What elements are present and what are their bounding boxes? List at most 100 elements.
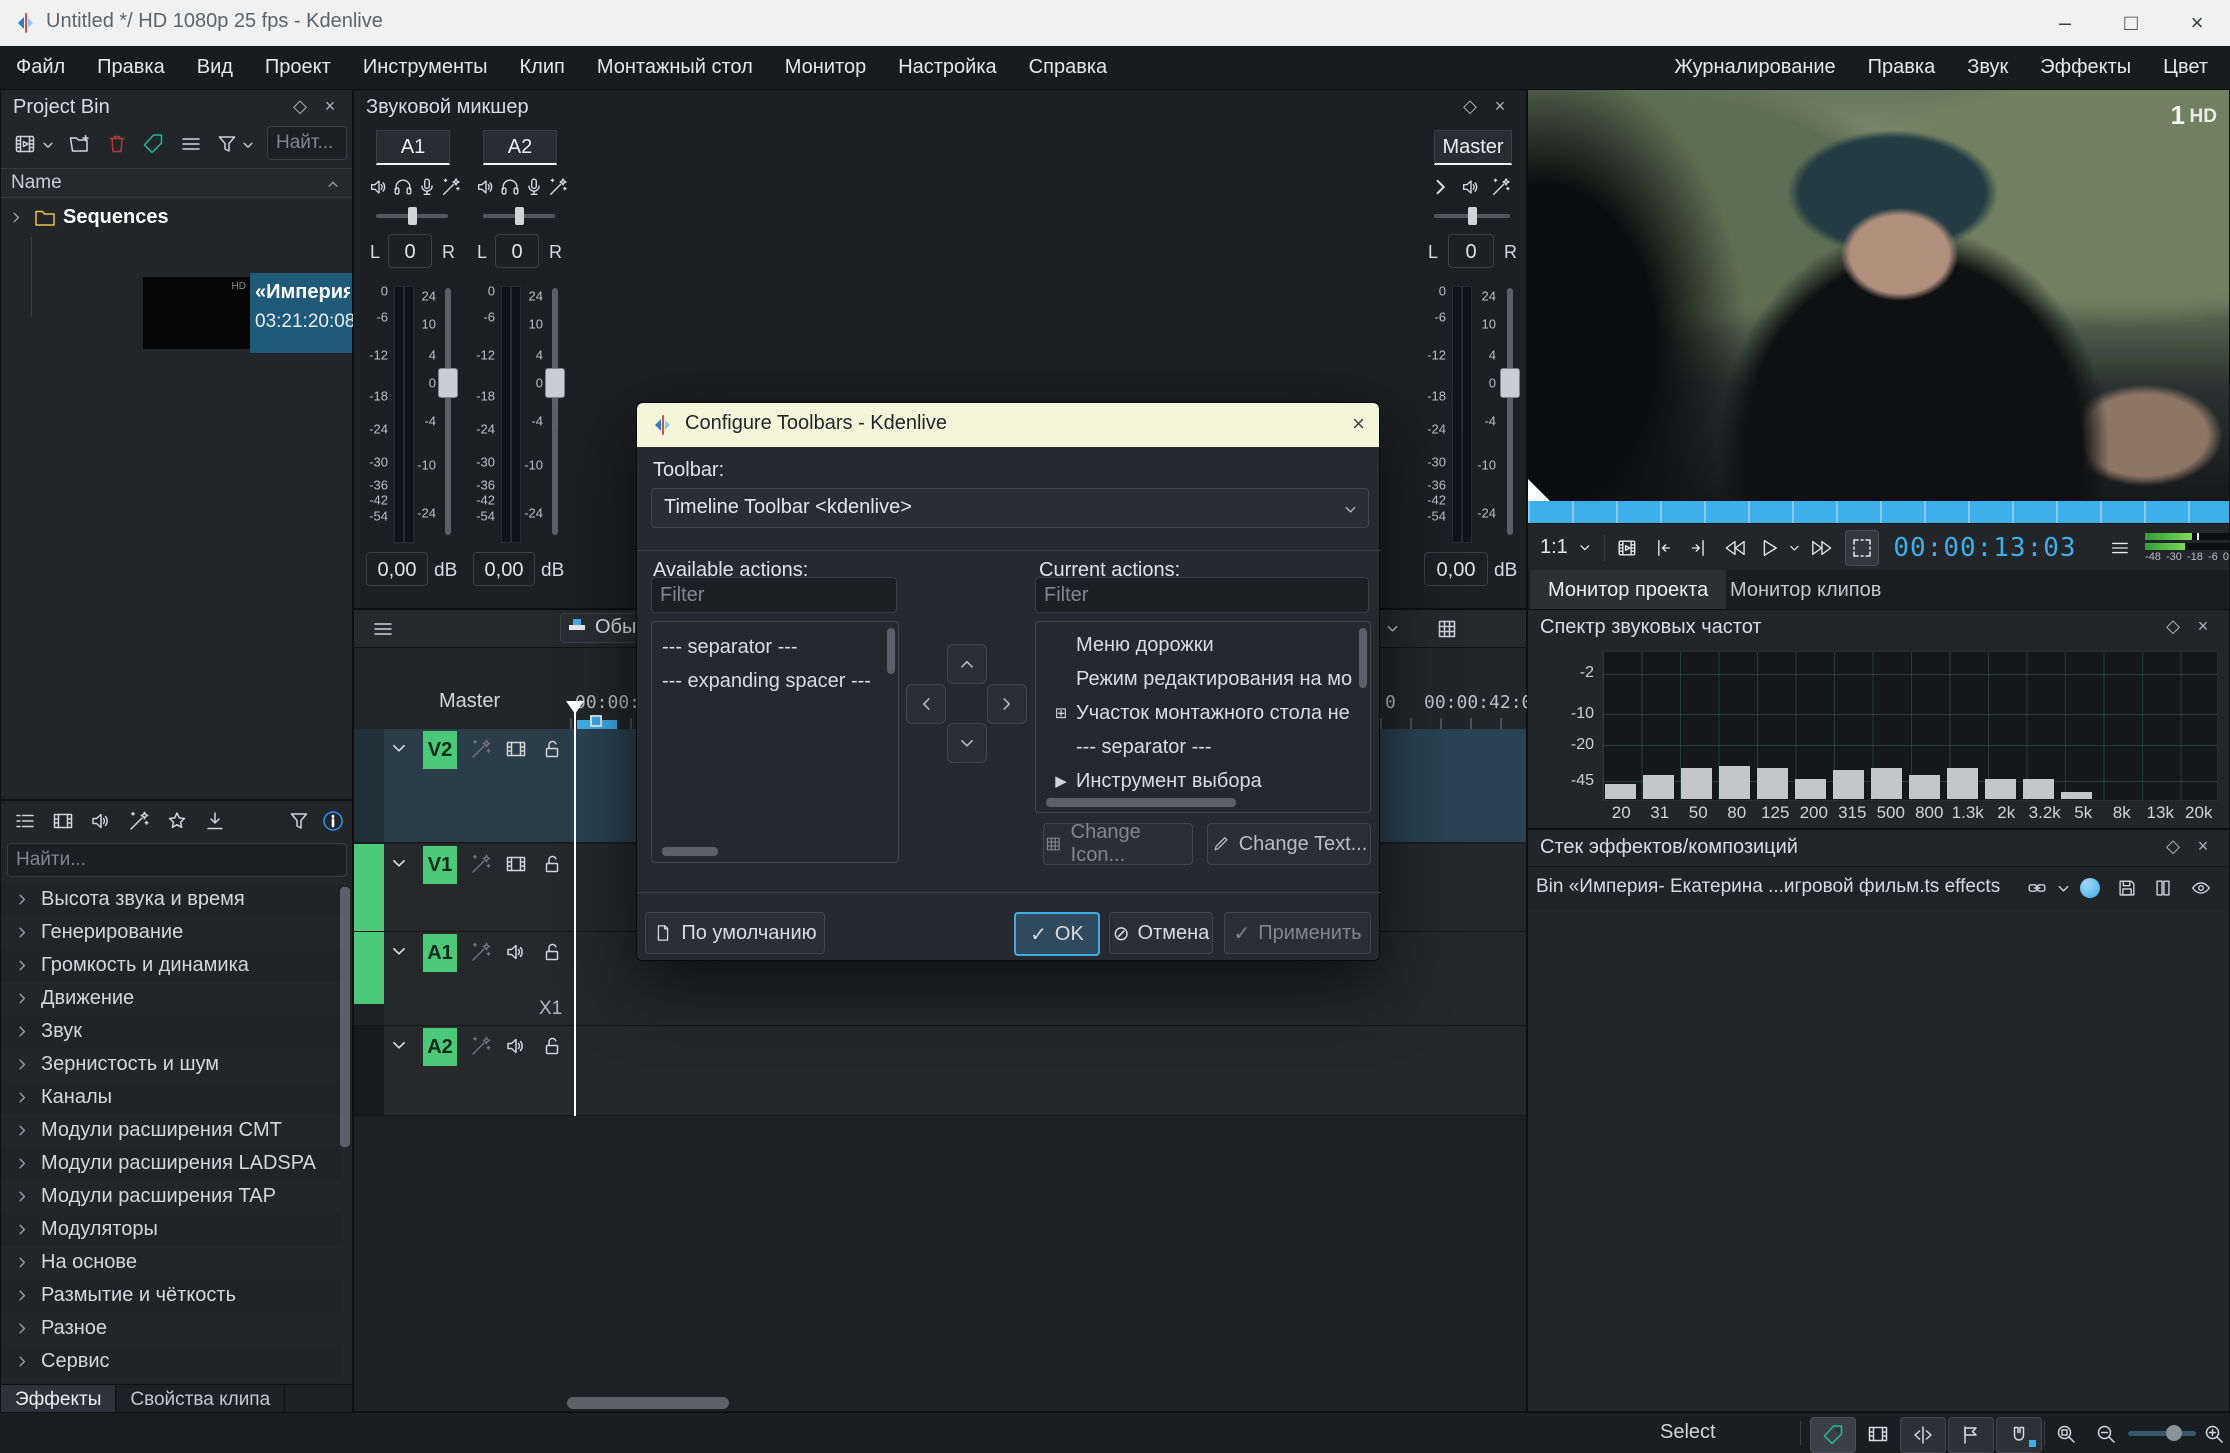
menu-item[interactable]: Настройка (882, 46, 1012, 89)
menu-item[interactable]: Правка (81, 46, 181, 89)
hide-video-icon[interactable] (504, 852, 528, 876)
effect-category-row[interactable]: Модули расширения TAP (1, 1180, 341, 1213)
expand-chevron-icon[interactable] (15, 1284, 41, 1307)
mute-track-icon[interactable] (504, 940, 528, 964)
effects-wand-icon[interactable] (440, 176, 462, 198)
mute-icon[interactable] (1460, 176, 1482, 198)
playhead-line[interactable] (574, 701, 576, 1116)
effects-wand-icon[interactable] (1490, 176, 1512, 198)
color-dot-icon[interactable] (2080, 878, 2100, 898)
effect-category-row[interactable]: Размытие и чёткость (1, 1279, 341, 1312)
close-button[interactable]: × (2164, 0, 2230, 46)
sort-ascending-icon[interactable] (326, 177, 340, 191)
link-icon[interactable] (2026, 877, 2048, 899)
zoom-fit-icon[interactable] (2054, 1422, 2078, 1446)
link-chevron-icon[interactable] (2056, 881, 2071, 896)
collapse-chevron-icon[interactable] (390, 1036, 408, 1054)
strip-master-tab[interactable]: Master (1434, 130, 1512, 165)
current-v-scrollbar[interactable] (1359, 628, 1367, 688)
available-actions-list[interactable]: --- separator ------ expanding spacer --… (651, 621, 899, 863)
track-v1-badge[interactable]: V1 (423, 846, 457, 884)
tag-icon[interactable] (141, 132, 165, 156)
monitor-headphones-icon[interactable] (499, 176, 521, 198)
monitor-headphones-icon[interactable] (392, 176, 414, 198)
fader-track[interactable] (1507, 288, 1513, 535)
track-v2-badge[interactable]: V2 (423, 731, 457, 769)
strip-a1-tab[interactable]: A1 (376, 130, 450, 165)
pan-handle[interactable] (408, 207, 417, 225)
track-v2-header[interactable]: V2 (384, 729, 570, 842)
monitor-zoom-level[interactable]: 1:1 (1540, 536, 1568, 559)
pan-handle[interactable] (1468, 207, 1477, 225)
zoom-out-icon[interactable] (2094, 1422, 2118, 1446)
zoom-chevron-icon[interactable] (1578, 540, 1592, 555)
pan-slider[interactable] (483, 214, 555, 218)
timeline-menu-icon[interactable] (371, 617, 395, 641)
current-actions-list[interactable]: Меню дорожкиРежим редактирования на мо⊞У… (1035, 621, 1371, 813)
custom-effects-icon[interactable] (127, 809, 151, 833)
audio-thumbnails-button[interactable] (1900, 1417, 1946, 1453)
fader-track[interactable] (445, 288, 451, 535)
monitor-timecode[interactable]: 00:00:13:03 (1893, 533, 2076, 563)
pan-slider[interactable] (376, 214, 448, 218)
menu-item[interactable]: Клип (504, 46, 581, 89)
tag-info-button[interactable] (1810, 1417, 1856, 1453)
current-action-row[interactable]: ⊞Участок монтажного стола не (1036, 696, 1370, 730)
track-v1-indicator[interactable] (354, 844, 384, 931)
track-effects-icon[interactable] (469, 1034, 493, 1058)
snap-button[interactable] (1996, 1417, 2042, 1453)
toolbar-overflow-chevron-icon[interactable] (1385, 621, 1400, 636)
effect-category-row[interactable]: Громкость и динамика (1, 949, 341, 982)
level-db-value[interactable]: 0,00 (473, 552, 535, 586)
track-a2-indicator[interactable] (354, 1026, 384, 1115)
close-panel-icon[interactable]: × (1488, 96, 1512, 117)
change-text-button[interactable]: Change Text... (1207, 823, 1371, 865)
track-effects-icon[interactable] (469, 940, 493, 964)
clip-selection[interactable]: «Империя- Екатер 03:21:20:08 (250, 273, 352, 353)
expand-chevron-icon[interactable] (15, 1020, 41, 1043)
cancel-button[interactable]: ⊘Отмена (1109, 912, 1213, 954)
bin-search-input[interactable] (267, 126, 347, 160)
fader-track[interactable] (552, 288, 558, 535)
effects-scrollbar[interactable] (340, 887, 350, 1147)
zone-mode-button[interactable] (1845, 530, 1880, 566)
effects-wand-icon[interactable] (547, 176, 569, 198)
toolbar-select[interactable]: Timeline Toolbar <kdenlive> (651, 488, 1369, 528)
track-a1-header[interactable]: A1 X1 (384, 932, 570, 1025)
delete-icon[interactable] (105, 132, 129, 156)
track-effects-icon[interactable] (469, 737, 493, 761)
set-in-point-icon[interactable] (1652, 536, 1674, 560)
track-a1-indicator[interactable] (354, 932, 384, 1004)
maximize-button[interactable]: □ (2098, 0, 2164, 46)
save-effect-icon[interactable] (2116, 877, 2138, 899)
timeline-zoom-slider[interactable] (2128, 1431, 2196, 1436)
track-v2-indicator[interactable] (354, 729, 384, 842)
float-panel-icon[interactable]: ◇ (2161, 616, 2185, 637)
expand-chevron-icon[interactable] (15, 1350, 41, 1373)
filter-effects-icon[interactable] (287, 809, 311, 833)
close-panel-icon[interactable]: × (318, 96, 342, 117)
track-v1-header[interactable]: V1 (384, 844, 570, 931)
minimize-button[interactable]: – (2032, 0, 2098, 46)
menu-item[interactable]: Монитор (769, 46, 882, 89)
menu-item[interactable]: Инструменты (347, 46, 504, 89)
tab-clip-monitor[interactable]: Монитор клипов (1712, 570, 1899, 610)
timeline-zone-handle[interactable] (590, 715, 602, 727)
lock-track-icon[interactable] (540, 737, 564, 761)
menu-item[interactable]: Журналирование (1658, 46, 1851, 89)
tab-effects[interactable]: Эффекты (1, 1385, 116, 1414)
collapse-chevron-icon[interactable] (390, 942, 408, 960)
collapse-chevron-icon[interactable] (1430, 176, 1452, 198)
sequence-clip-row[interactable]: HD «Империя- Екатер 03:21:20:08 (1, 273, 352, 353)
effect-category-row[interactable]: Движение (1, 982, 341, 1015)
menu-item[interactable]: Цвет (2147, 46, 2224, 89)
menu-item[interactable]: Справка (1013, 46, 1123, 89)
expand-chevron-icon[interactable] (15, 888, 41, 911)
zoom-in-icon[interactable] (2202, 1422, 2226, 1446)
menu-item[interactable]: Вид (181, 46, 249, 89)
defaults-button[interactable]: По умолчанию (645, 912, 825, 954)
expand-chevron-icon[interactable] (15, 1053, 41, 1076)
available-action-row[interactable]: --- expanding spacer --- (652, 664, 898, 698)
info-icon[interactable] (321, 809, 345, 833)
favorite-effects-icon[interactable] (165, 809, 189, 833)
